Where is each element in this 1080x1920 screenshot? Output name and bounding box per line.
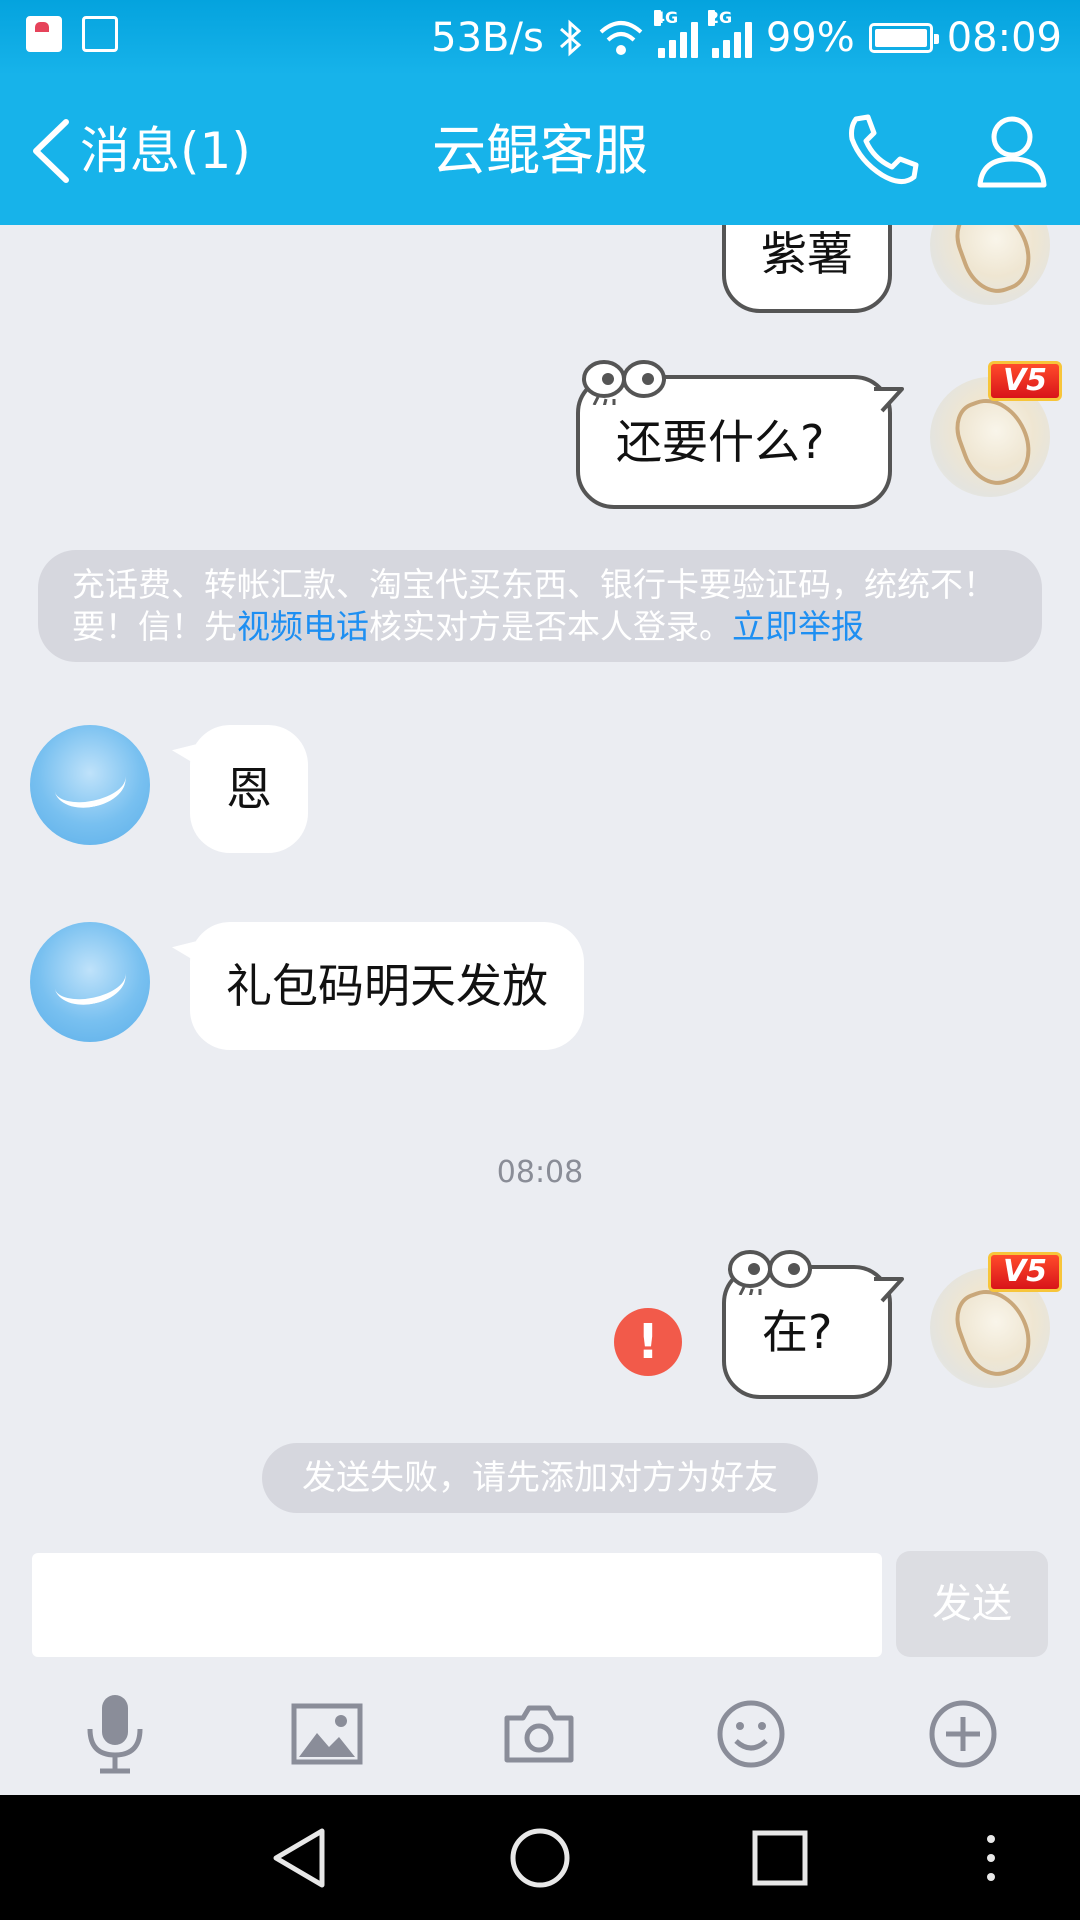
send-failed-notice: 发送失败，请先添加对方为好友 — [262, 1443, 818, 1513]
emoji-icon[interactable] — [706, 1689, 796, 1779]
vip-level-badge: V5 — [988, 361, 1062, 401]
signal-2g-icon: 2G — [707, 10, 752, 58]
message-text: 紫薯 — [761, 227, 853, 281]
battery-icon — [868, 23, 939, 53]
clock: 08:09 — [946, 15, 1062, 61]
back-triangle-icon[interactable] — [266, 1825, 332, 1891]
status-bar: 53B/s 4G 2G 99% 08:09 — [0, 0, 1080, 75]
plus-icon[interactable] — [918, 1689, 1008, 1779]
send-button[interactable]: 发送 — [896, 1551, 1048, 1657]
camera-icon[interactable] — [494, 1689, 584, 1779]
message-bubble-incoming[interactable]: 礼包码明天发放 — [190, 922, 584, 1050]
composer: 发送 — [0, 1545, 1080, 1795]
message-bubble-outgoing[interactable]: 在? — [722, 1250, 904, 1399]
health-app-notification-icon — [26, 16, 62, 52]
home-circle-icon[interactable] — [507, 1825, 573, 1891]
service-avatar[interactable] — [30, 725, 150, 845]
bubble-eyes-decoration-icon — [582, 360, 666, 405]
bubble-tail-decoration-icon — [874, 387, 904, 413]
signal-4g-icon: 4G — [653, 10, 698, 58]
message-bubble-outgoing[interactable]: 紫薯 — [722, 225, 892, 313]
report-now-link[interactable]: 立即举报 — [732, 607, 864, 646]
bubble-eyes-decoration-icon — [728, 1250, 812, 1295]
message-input[interactable] — [32, 1553, 882, 1657]
chat-messages[interactable]: 紫薯 还要什么? V5 充话费、转帐汇款、淘宝代买东西、银行卡要验证码，统统不！… — [0, 225, 1080, 1545]
my-avatar[interactable] — [930, 225, 1050, 305]
anti-fraud-warning: 充话费、转帐汇款、淘宝代买东西、银行卡要验证码，统统不！要！信！先视频电话核实对… — [38, 550, 1042, 662]
send-failed-icon[interactable]: ! — [614, 1308, 682, 1376]
message-timestamp: 08:08 — [496, 1155, 584, 1190]
bluetooth-icon — [559, 19, 582, 57]
more-options-icon[interactable] — [958, 1825, 1024, 1891]
wifi-icon — [599, 21, 643, 55]
recents-square-icon[interactable] — [747, 1825, 813, 1891]
composer-toolbar — [0, 1685, 1080, 1795]
title-bar: 消息(1) 云鲲客服 — [0, 75, 1080, 225]
gallery-notification-icon — [82, 16, 118, 52]
message-text: 恩 — [226, 762, 272, 816]
service-avatar[interactable] — [30, 922, 150, 1042]
battery-percent: 99% — [765, 15, 855, 61]
message-text: 礼包码明天发放 — [226, 959, 548, 1013]
network-speed: 53B/s — [431, 15, 544, 61]
message-bubble-incoming[interactable]: 恩 — [190, 725, 308, 853]
message-text: 在? — [762, 1305, 833, 1359]
microphone-icon[interactable] — [70, 1689, 160, 1779]
warning-text-2: 核实对方是否本人登录。 — [369, 607, 732, 646]
image-icon[interactable] — [282, 1689, 372, 1779]
message-text: 还要什么? — [616, 415, 825, 469]
system-navigation-bar — [0, 1795, 1080, 1920]
phone-call-icon[interactable] — [842, 111, 922, 191]
video-call-link[interactable]: 视频电话 — [237, 607, 369, 646]
vip-level-badge: V5 — [988, 1252, 1062, 1292]
bubble-tail-decoration-icon — [874, 1277, 904, 1303]
message-bubble-outgoing[interactable]: 还要什么? — [576, 360, 904, 509]
contact-profile-icon[interactable] — [972, 111, 1052, 191]
